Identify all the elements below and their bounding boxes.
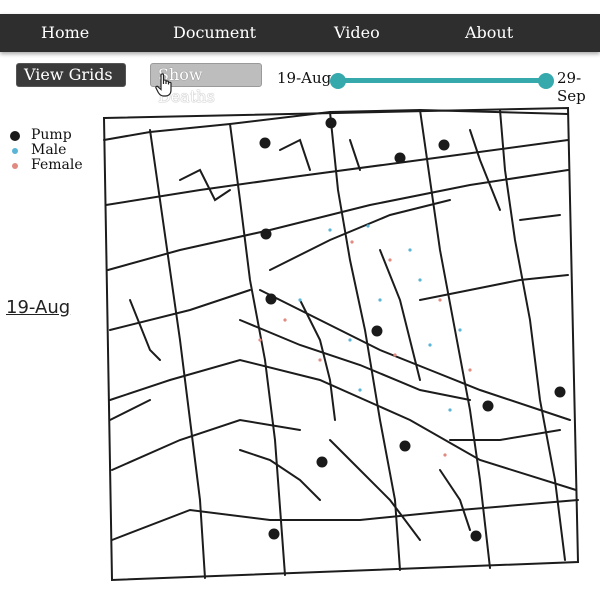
street <box>349 139 361 171</box>
pump-marker <box>268 528 280 540</box>
street <box>179 168 231 202</box>
street <box>469 129 501 211</box>
pump-marker <box>371 325 383 337</box>
pump-marker <box>399 440 411 452</box>
street <box>109 399 151 421</box>
pump-marker <box>260 228 272 240</box>
street <box>229 123 286 576</box>
street <box>109 289 251 331</box>
street <box>439 469 471 531</box>
street <box>129 299 161 361</box>
street <box>111 418 301 471</box>
street <box>239 319 471 401</box>
pump-marker <box>470 530 482 542</box>
street-map-svg <box>102 106 580 582</box>
street <box>269 199 451 271</box>
street <box>109 358 577 491</box>
pump-marker <box>259 137 271 149</box>
street <box>379 249 421 381</box>
street <box>329 439 421 541</box>
pump-marker <box>554 386 566 398</box>
pump-marker <box>482 400 494 412</box>
street <box>111 499 579 541</box>
street <box>519 214 561 221</box>
street <box>239 449 321 501</box>
street-map <box>0 0 600 600</box>
pump-marker <box>316 456 328 468</box>
pump-marker <box>325 117 337 129</box>
street <box>449 429 561 441</box>
street <box>329 111 401 571</box>
pump-marker <box>394 152 406 164</box>
pump-marker <box>265 293 277 305</box>
street <box>259 289 571 421</box>
pump-markers <box>259 117 566 542</box>
street <box>279 138 311 171</box>
street <box>419 109 491 569</box>
pump-marker <box>438 139 450 151</box>
street <box>419 274 569 301</box>
street <box>499 109 566 561</box>
